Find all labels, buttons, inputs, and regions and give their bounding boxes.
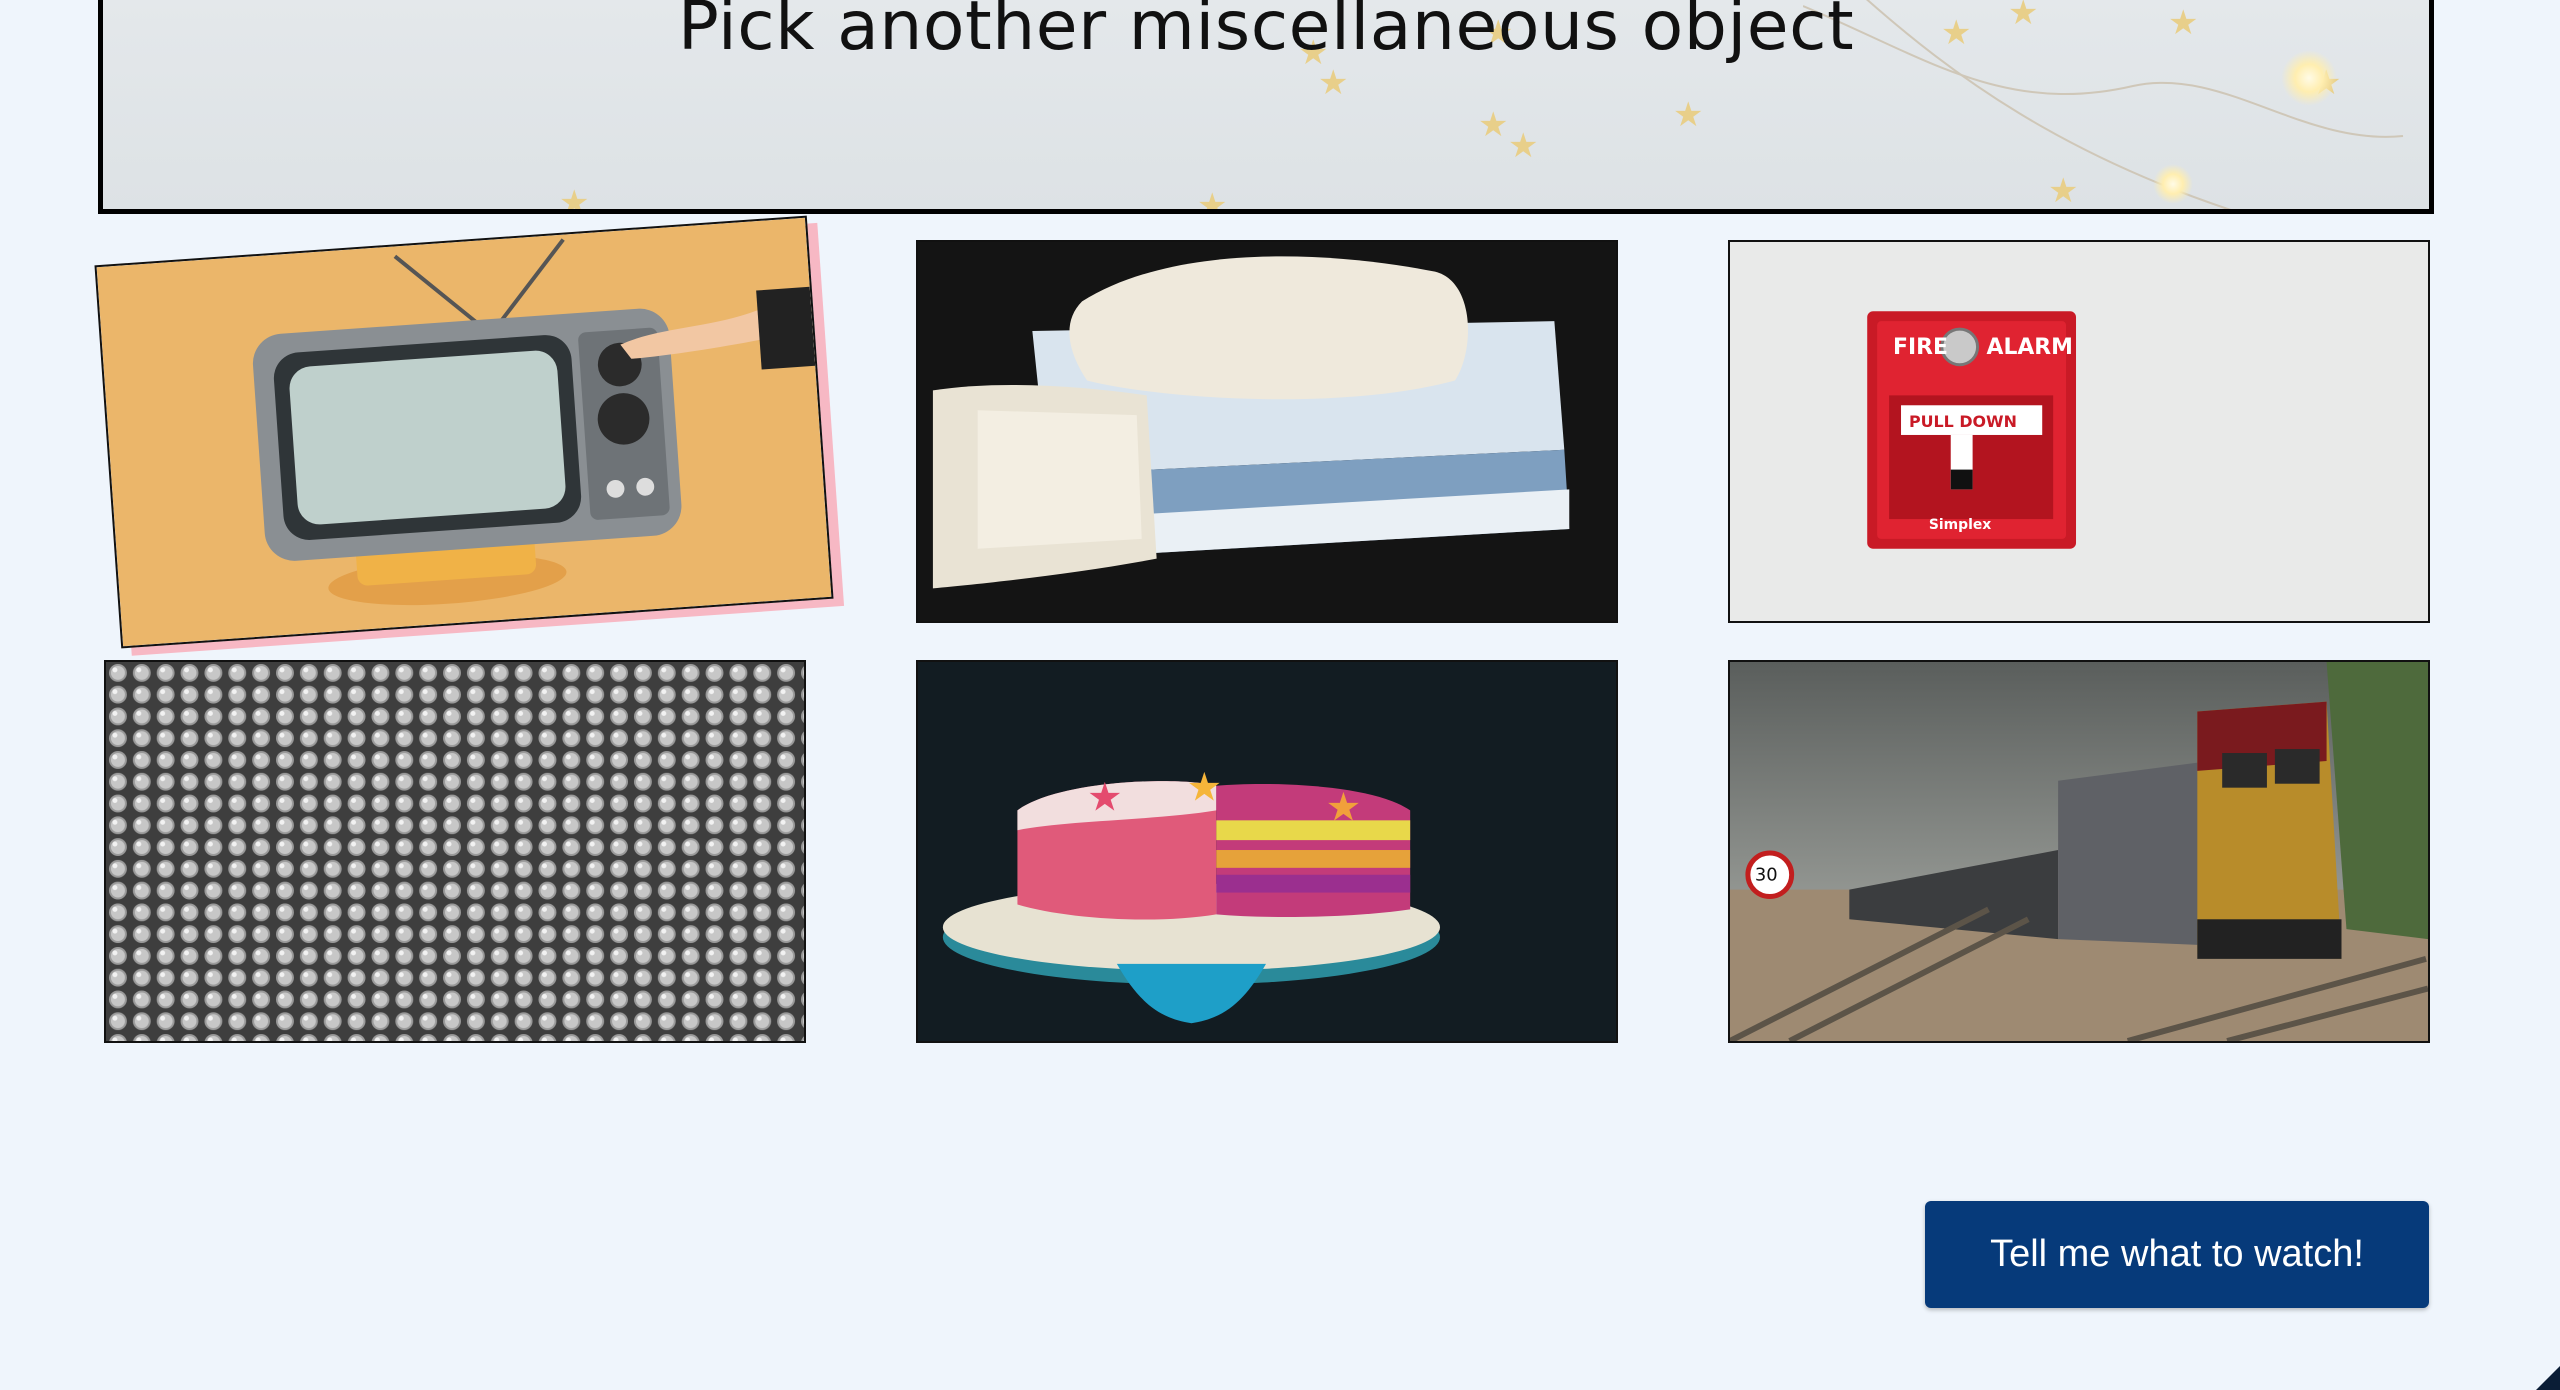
fire-alarm-image: FIRE ALARM PULL DOWN Simplex xyxy=(1730,242,2428,621)
object-option-cake[interactable]: ★ ★ ★ xyxy=(916,660,1618,1043)
freight-train-image: 30 xyxy=(1730,662,2428,1041)
window-corner-decoration xyxy=(2536,1366,2560,1390)
object-option-freight-train[interactable]: 30 xyxy=(1728,660,2430,1043)
alarm-label: ALARM xyxy=(1987,335,2073,360)
light-glow-icon xyxy=(2153,164,2193,204)
svg-text:★: ★ xyxy=(1186,765,1222,811)
star-decoration-icon: ★ xyxy=(1673,95,1704,135)
svg-text:★: ★ xyxy=(1326,784,1362,830)
star-decoration-icon: ★ xyxy=(1197,186,1228,214)
object-option-tissue-box[interactable] xyxy=(916,240,1618,623)
star-decoration-icon: ★ xyxy=(1508,126,1539,166)
fire-label: FIRE xyxy=(1893,335,1948,360)
svg-text:★: ★ xyxy=(1087,775,1123,821)
object-option-bubble-wrap[interactable] xyxy=(104,660,806,1043)
page-title: Pick another miscellaneous object xyxy=(677,0,1855,66)
tissue-box-image xyxy=(918,242,1616,621)
object-option-television[interactable] xyxy=(94,215,834,649)
brand-label: Simplex xyxy=(1929,517,1991,533)
star-decoration-icon: ★ xyxy=(559,183,590,214)
speed-sign-label: 30 xyxy=(1755,865,1778,886)
object-option-fire-alarm[interactable]: FIRE ALARM PULL DOWN Simplex xyxy=(1728,240,2430,623)
star-decoration-icon: ★ xyxy=(1478,105,1509,145)
tell-me-what-to-watch-button[interactable]: Tell me what to watch! xyxy=(1925,1201,2429,1308)
pull-down-label: PULL DOWN xyxy=(1909,412,2017,431)
bubble-wrap-image xyxy=(106,662,804,1041)
cake-image: ★ ★ ★ xyxy=(918,662,1616,1041)
star-decoration-icon: ★ xyxy=(1318,63,1349,103)
retro-television-image xyxy=(96,217,832,647)
header-banner: ★ ★ ★ ★ ★ ★ ★ ★ ★ ★ ★ ★ ★ Pick another m… xyxy=(98,0,2434,214)
